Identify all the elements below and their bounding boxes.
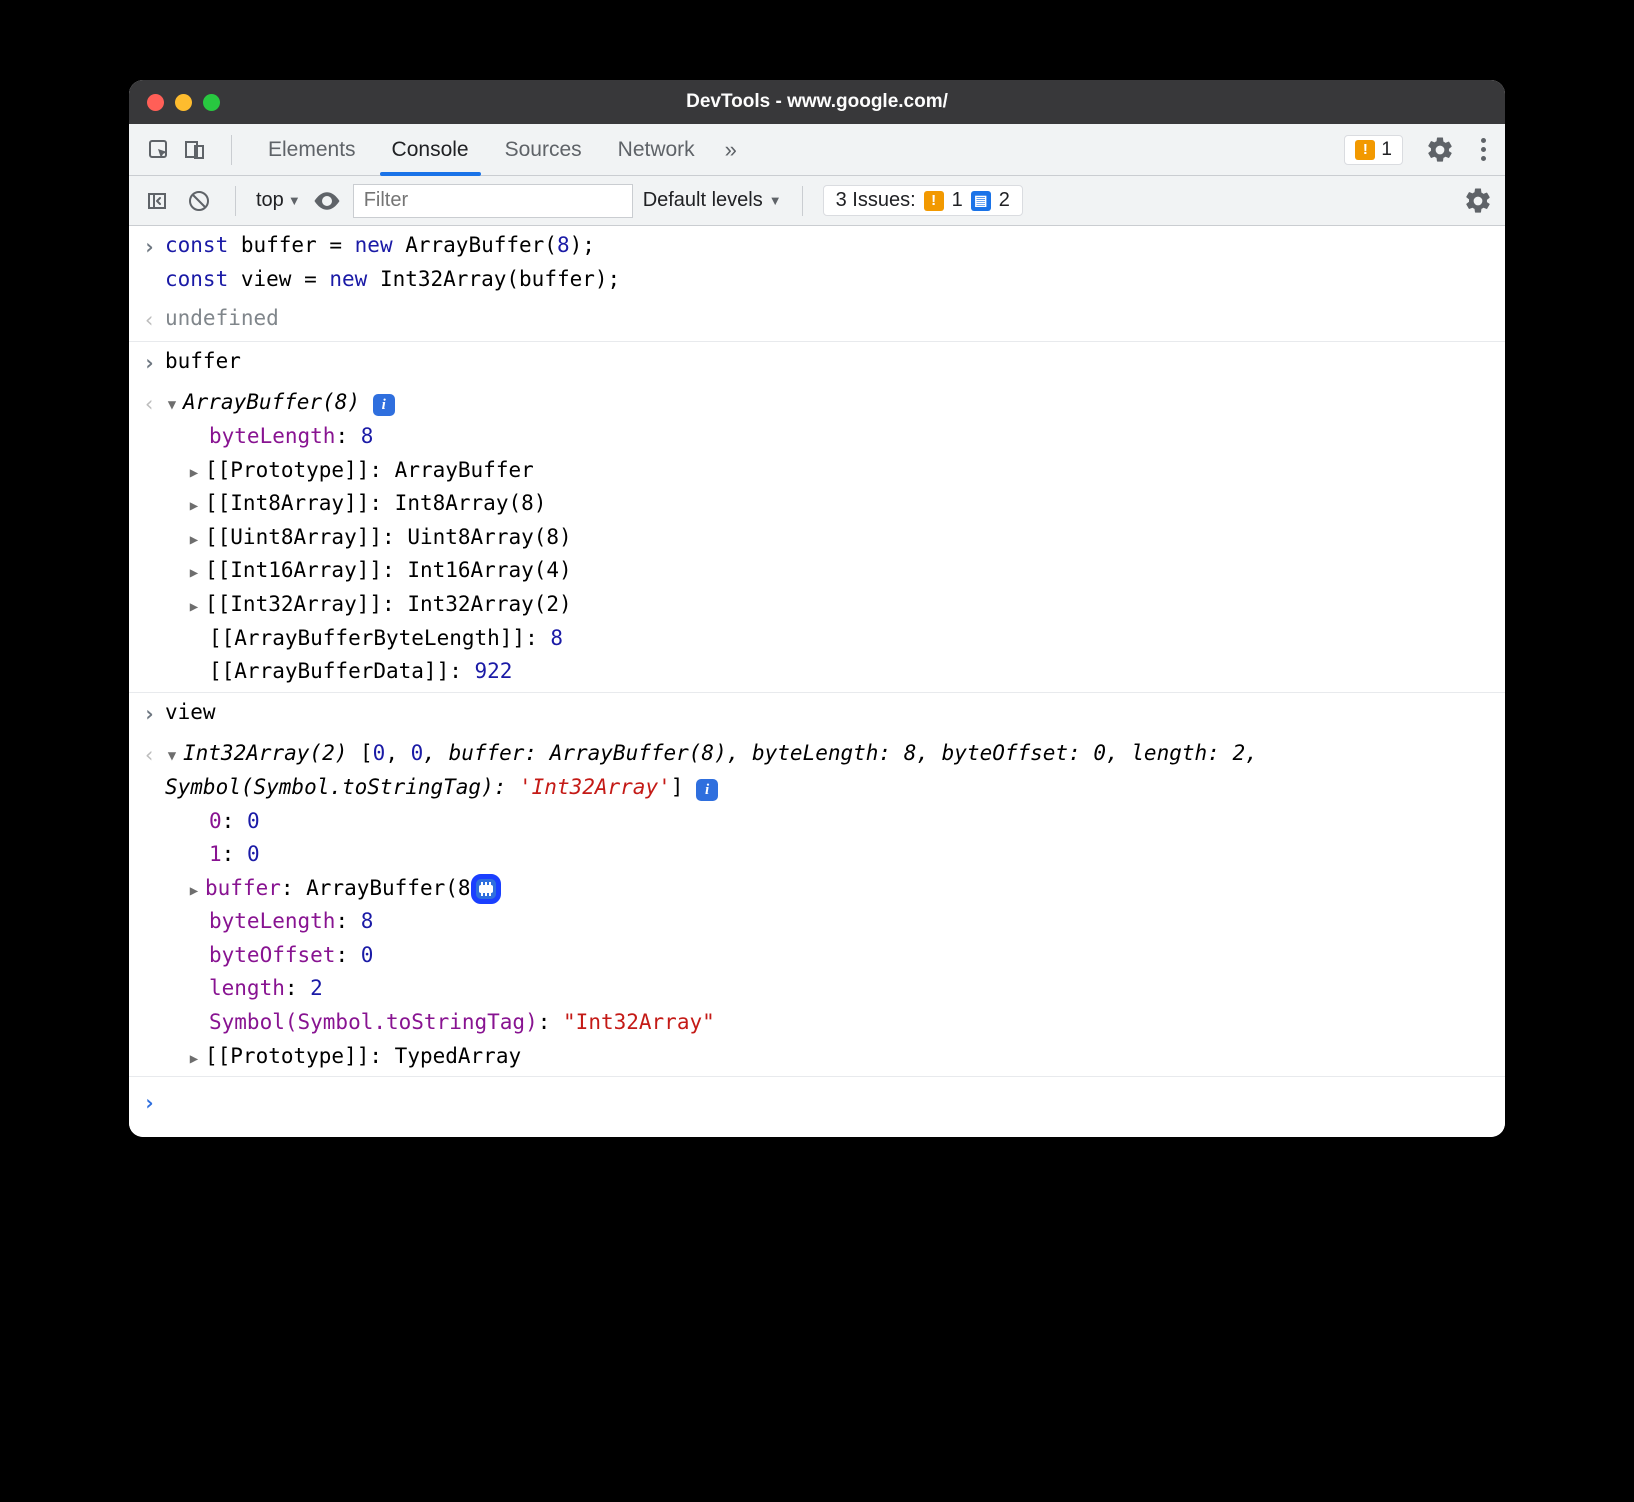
object-property[interactable]: [[ArrayBufferByteLength]]: 8 <box>165 622 1491 656</box>
object-property[interactable]: Symbol(Symbol.toStringTag): "Int32Array" <box>165 1006 1491 1040</box>
code-input: view <box>165 696 1491 732</box>
titlebar: DevTools - www.google.com/ <box>129 80 1505 124</box>
separator <box>231 135 232 165</box>
input-marker-icon <box>143 345 165 381</box>
output-marker-icon <box>143 386 165 688</box>
issues-badge[interactable]: ! 1 <box>1344 135 1403 165</box>
object-property[interactable]: byteLength: 8 <box>165 420 1491 454</box>
result-value: undefined <box>165 302 1491 338</box>
tab-network[interactable]: Network <box>600 124 713 175</box>
input-marker-icon <box>143 229 165 296</box>
clear-console-button[interactable] <box>183 185 215 217</box>
object-header[interactable]: ArrayBuffer(8) <box>183 390 360 414</box>
object-property[interactable]: [[Uint8Array]]: Uint8Array(8) <box>165 521 1491 555</box>
console-result-row: Int32Array(2) [0, 0, buffer: ArrayBuffer… <box>129 734 1505 1077</box>
console-sidebar-toggle[interactable] <box>141 185 173 217</box>
issues-counter[interactable]: 3 Issues: ! 1 ▤ 2 <box>823 185 1023 216</box>
object-property[interactable]: buffer: ArrayBuffer(8 <box>165 872 1491 906</box>
console-output: const buffer = new ArrayBuffer(8); const… <box>129 226 1505 1137</box>
more-tabs-button[interactable]: » <box>713 124 749 175</box>
settings-icon[interactable] <box>1425 135 1455 165</box>
expand-toggle[interactable] <box>187 562 201 584</box>
output-marker-icon <box>143 737 165 1073</box>
console-settings-icon[interactable] <box>1463 186 1493 216</box>
panel-tabbar: Elements Console Sources Network » ! 1 <box>129 124 1505 176</box>
warning-icon: ! <box>1355 140 1375 160</box>
inspect-element-button[interactable] <box>141 132 177 168</box>
expand-toggle[interactable] <box>187 529 201 551</box>
object-tree: Int32Array(2) [0, 0, buffer: ArrayBuffer… <box>165 737 1491 1073</box>
expand-toggle[interactable] <box>187 462 201 484</box>
close-window-button[interactable] <box>147 94 164 111</box>
object-property[interactable]: [[Int16Array]]: Int16Array(4) <box>165 554 1491 588</box>
devtools-window: DevTools - www.google.com/ Elements Cons… <box>129 80 1505 1137</box>
code-input: buffer <box>165 345 1491 381</box>
memory-inspector-icon[interactable] <box>471 874 501 904</box>
maximize-window-button[interactable] <box>203 94 220 111</box>
object-property[interactable]: byteLength: 8 <box>165 905 1491 939</box>
object-property[interactable]: 0: 0 <box>165 805 1491 839</box>
filter-input[interactable] <box>353 184 633 218</box>
console-result-row: ArrayBuffer(8) i byteLength: 8 [[Prototy… <box>129 383 1505 692</box>
prompt-marker-icon <box>143 1085 165 1121</box>
console-toolbar: top▼ Default levels▼ 3 Issues: ! 1 ▤ 2 <box>129 176 1505 226</box>
minimize-window-button[interactable] <box>175 94 192 111</box>
warning-icon: ! <box>924 191 944 211</box>
output-marker-icon <box>143 302 165 338</box>
context-selector[interactable]: top▼ <box>256 189 301 212</box>
tab-elements[interactable]: Elements <box>250 124 374 175</box>
expand-toggle[interactable] <box>187 495 201 517</box>
console-input-row: const buffer = new ArrayBuffer(8); const… <box>129 226 1505 299</box>
object-property[interactable]: byteOffset: 0 <box>165 939 1491 973</box>
console-result-row: undefined <box>129 299 1505 342</box>
object-property[interactable]: [[Prototype]]: ArrayBuffer <box>165 454 1491 488</box>
expand-toggle[interactable] <box>187 1048 201 1070</box>
panel-tabs: Elements Console Sources Network » <box>250 124 749 175</box>
code-input: const buffer = new ArrayBuffer(8); const… <box>165 229 1491 296</box>
expand-toggle[interactable] <box>165 394 179 416</box>
console-input-row: view <box>129 693 1505 735</box>
window-controls <box>129 94 220 111</box>
object-property[interactable]: length: 2 <box>165 972 1491 1006</box>
expand-toggle[interactable] <box>187 880 201 902</box>
info-icon: ▤ <box>971 191 991 211</box>
object-property[interactable]: [[Int32Array]]: Int32Array(2) <box>165 588 1491 622</box>
memory-inspector-icon[interactable]: i <box>373 394 395 416</box>
object-property[interactable]: 1: 0 <box>165 838 1491 872</box>
object-property[interactable]: [[Int8Array]]: Int8Array(8) <box>165 487 1491 521</box>
more-options-button[interactable] <box>1473 138 1493 161</box>
log-levels-selector[interactable]: Default levels▼ <box>643 189 782 212</box>
memory-inspector-icon[interactable]: i <box>696 779 718 801</box>
console-input-row: buffer <box>129 342 1505 384</box>
device-toolbar-button[interactable] <box>177 132 213 168</box>
expand-toggle[interactable] <box>165 745 179 767</box>
tab-console[interactable]: Console <box>374 124 487 175</box>
input-marker-icon <box>143 696 165 732</box>
live-expression-button[interactable] <box>311 185 343 217</box>
warning-count: 1 <box>1381 139 1392 161</box>
object-property[interactable]: [[ArrayBufferData]]: 922 <box>165 655 1491 689</box>
object-tree: ArrayBuffer(8) i byteLength: 8 [[Prototy… <box>165 386 1491 688</box>
object-property[interactable]: [[Prototype]]: TypedArray <box>165 1040 1491 1074</box>
console-prompt[interactable] <box>129 1077 1505 1137</box>
tab-sources[interactable]: Sources <box>487 124 600 175</box>
window-title: DevTools - www.google.com/ <box>129 91 1505 113</box>
expand-toggle[interactable] <box>187 596 201 618</box>
